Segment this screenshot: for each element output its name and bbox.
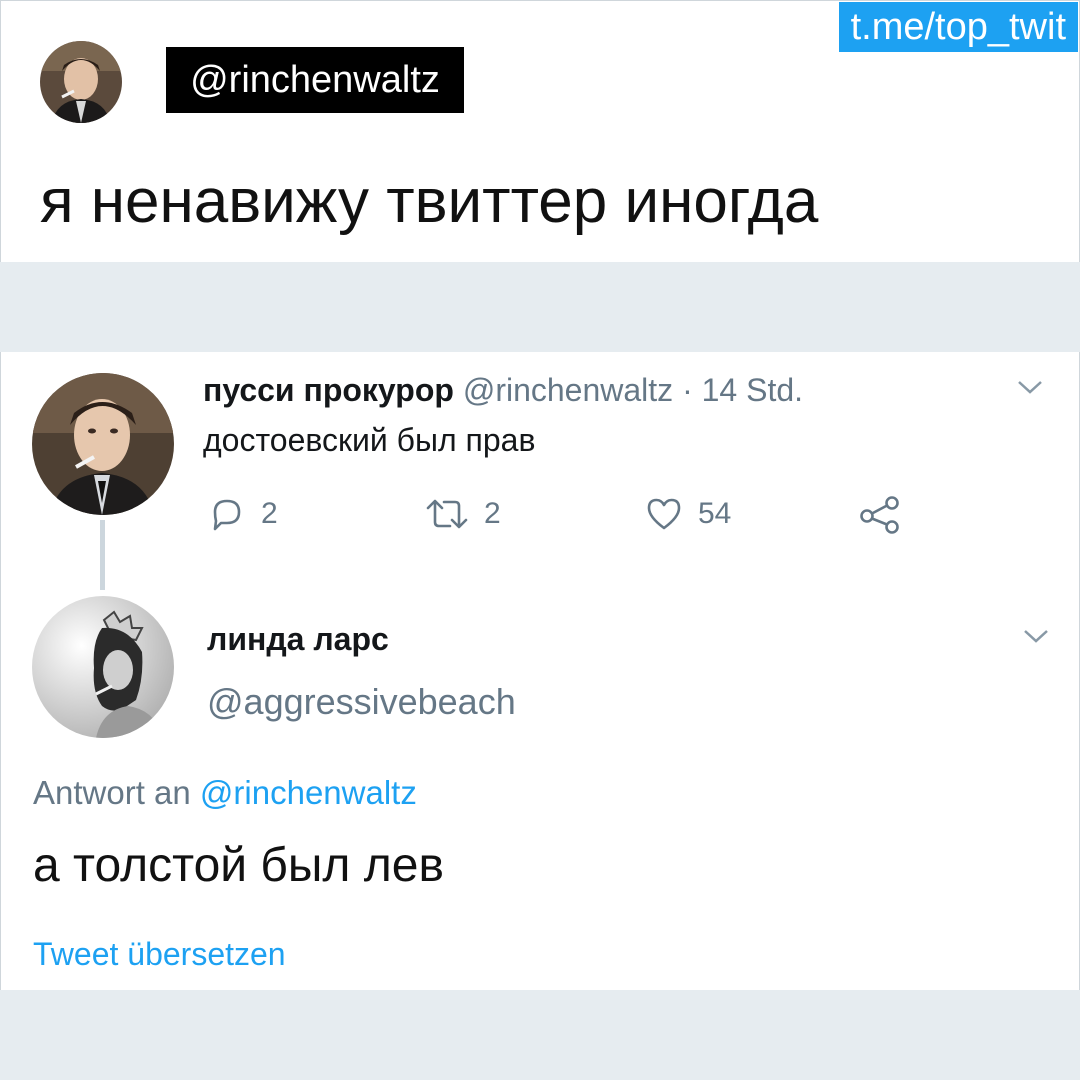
- header-avatar: [40, 41, 122, 123]
- retweet-button[interactable]: 2: [424, 493, 501, 535]
- retweet-icon: [424, 494, 470, 534]
- reply-to-link[interactable]: @rinchenwaltz: [200, 774, 417, 811]
- watermark-label: t.me/top_twit: [838, 2, 1078, 52]
- chevron-down-icon[interactable]: [1022, 626, 1050, 646]
- tweet2-author-handle[interactable]: @aggressivebeach: [207, 680, 516, 724]
- separator-band-bottom: [0, 990, 1080, 1080]
- chevron-down-icon[interactable]: [1016, 377, 1044, 397]
- tweet1-timestamp[interactable]: 14 Std.: [702, 372, 803, 408]
- tweet1-author-name[interactable]: пусси прокурор: [203, 372, 454, 408]
- reply-count: 2: [261, 497, 278, 530]
- reply-prefix: Antwort an: [33, 774, 191, 811]
- header-text: я ненавижу твиттер иногда: [40, 167, 819, 236]
- tweet1-header: пусси прокурор @rinchenwaltz · 14 Std.: [203, 370, 803, 410]
- tweet1-separator: ·: [682, 372, 693, 408]
- reply-button[interactable]: 2: [207, 493, 278, 535]
- translate-tweet-link[interactable]: Tweet übersetzen: [33, 934, 286, 974]
- tweet1-avatar[interactable]: [32, 373, 174, 515]
- retweet-count: 2: [484, 497, 501, 530]
- tweet2-avatar[interactable]: [32, 596, 174, 738]
- tweet2-text: а толстой был лев: [33, 839, 444, 892]
- page-frame: [0, 0, 1080, 1080]
- separator-band-top: [0, 262, 1080, 352]
- like-icon: [644, 494, 684, 534]
- like-count: 54: [698, 497, 732, 530]
- reply-icon: [207, 494, 247, 534]
- reply-context: Antwort an @rinchenwaltz: [33, 772, 417, 814]
- tweet1-text: достоевский был прав: [203, 422, 536, 458]
- tweet1-author-handle[interactable]: @rinchenwaltz: [463, 372, 673, 408]
- tweet2-author-name[interactable]: линда ларс: [207, 619, 389, 659]
- share-button[interactable]: [858, 493, 902, 535]
- like-button[interactable]: 54: [644, 493, 731, 535]
- header-handle: @rinchenwaltz: [166, 47, 464, 113]
- share-icon: [858, 494, 902, 534]
- thread-connector: [100, 520, 105, 590]
